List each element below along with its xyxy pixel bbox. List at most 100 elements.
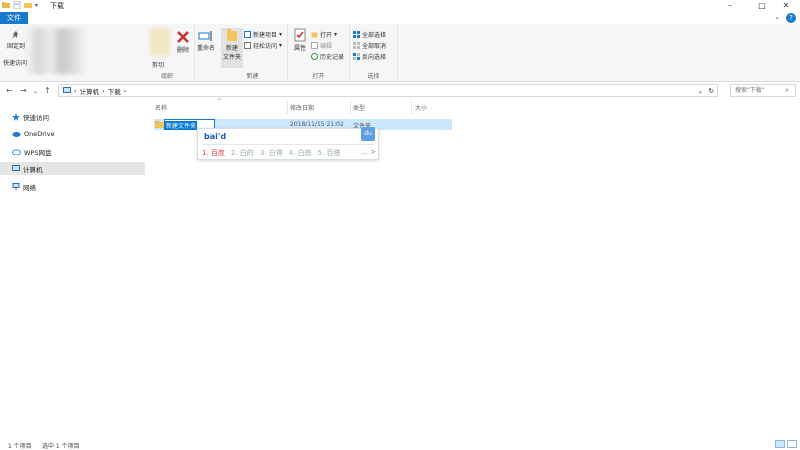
rename-button[interactable]: 重命名: [195, 30, 217, 52]
column-divider[interactable]: [411, 100, 412, 114]
sidebar-item-onedrive[interactable]: OneDrive: [0, 127, 145, 140]
sidebar-item-network[interactable]: 网络: [0, 180, 145, 193]
select-none-icon: [353, 42, 360, 49]
title-bar: ▾ 下载 – □ ✕: [0, 0, 800, 12]
column-header-size[interactable]: 大小: [415, 103, 427, 112]
selected-count: 选中 1 个项目: [42, 443, 80, 450]
select-all-icon: [353, 31, 360, 38]
quick-access-dropdown-icon[interactable]: ▾: [35, 2, 38, 9]
properties-icon[interactable]: [13, 1, 21, 9]
new-item-icon: [244, 31, 251, 38]
cloud-icon: [12, 131, 21, 137]
sort-indicator-icon: ^: [217, 98, 223, 105]
ribbon-tabs: 文件 ⌄ ?: [0, 12, 800, 24]
status-bar: 1 个项目 选中 1 个项目: [0, 438, 800, 450]
cloud-outline-icon: [12, 149, 21, 155]
ime-candidate-window: bai'd du 1. 百度 2. 白的 3. 白得 4. 白底 5. 百搭 ……: [197, 127, 379, 160]
help-button[interactable]: ?: [786, 13, 796, 23]
properties-button[interactable]: 属性: [291, 28, 309, 52]
cut-button[interactable]: 剪切: [152, 60, 164, 69]
star-icon: [12, 112, 20, 121]
quick-access-toolbar: ▾: [2, 1, 38, 9]
recent-dropdown-icon[interactable]: ⌄: [33, 88, 38, 95]
quick-access-text: 快速访问: [3, 60, 28, 67]
open-group: 属性 打开 ▾ 编辑 历史记录 打开: [288, 24, 350, 82]
pin-icon: [12, 31, 18, 39]
ime-candidate[interactable]: 2. 白的: [231, 148, 254, 158]
ime-candidate[interactable]: 1. 百度: [202, 148, 225, 158]
sidebar-item-computer[interactable]: 计算机: [0, 162, 145, 175]
delete-icon: [177, 31, 189, 43]
back-icon[interactable]: ←: [6, 86, 13, 95]
invert-selection-button[interactable]: 反向选择: [353, 52, 386, 61]
checkmark-properties-icon: [294, 28, 306, 42]
sidebar-item-quick-access[interactable]: 快速访问: [0, 110, 145, 123]
file-modified: 2018/11/15 21:02: [290, 121, 344, 128]
tab-file[interactable]: 文件: [0, 12, 28, 24]
breadcrumb-separator-icon: ›: [74, 86, 77, 95]
open-button[interactable]: 打开 ▾: [311, 30, 337, 39]
address-dropdown-icon[interactable]: ⌄: [698, 87, 703, 95]
history-button[interactable]: 历史记录: [311, 52, 344, 61]
column-divider[interactable]: [287, 100, 288, 114]
new-group: 新建 文件夹 新建项目 ▾ 轻松访问 ▾ 新建: [218, 24, 288, 82]
breadcrumb-separator-icon: ›: [123, 86, 127, 95]
close-button[interactable]: ✕: [772, 0, 800, 12]
ime-candidate[interactable]: 4. 白底: [289, 148, 312, 158]
select-none-button[interactable]: 全部取消: [353, 41, 386, 50]
refresh-icon[interactable]: ↻: [709, 87, 714, 95]
search-icon: ⌕: [785, 86, 789, 94]
column-header-name[interactable]: 名称: [155, 103, 167, 112]
folder-icon: [2, 2, 10, 8]
address-bar[interactable]: › 计算机 › 下载 › ⌄ ↻: [58, 84, 718, 97]
open-icon: [311, 32, 318, 38]
ime-next-page-button[interactable]: … >: [361, 148, 376, 156]
sidebar-item-wps[interactable]: WPS网盘: [0, 145, 145, 158]
easy-access-icon: [244, 42, 251, 49]
up-icon[interactable]: ↑: [44, 86, 51, 95]
new-folder-icon[interactable]: [24, 1, 32, 9]
folder-icon: [155, 121, 164, 128]
window-title: 下载: [50, 2, 64, 10]
breadcrumb-separator-icon: ›: [102, 86, 105, 95]
ime-divider: [202, 144, 374, 145]
details-view-icon[interactable]: [775, 440, 785, 448]
open-group-label: 打开: [312, 73, 325, 80]
rename-icon: [198, 31, 212, 41]
address-row: ← → ⌄ ↑ › 计算机 › 下载 › ⌄ ↻ 搜索"下载" ⌕: [0, 83, 800, 99]
select-all-button[interactable]: 全部选择: [353, 30, 386, 39]
edit-button[interactable]: 编辑: [311, 41, 332, 50]
file-explorer-window: ▾ 下载 – □ ✕ 文件 ⌄ ? 固定到 快速访问 剪切 删除 组织 重命名 …: [0, 0, 800, 450]
new-item-dropdown-icon: ▾: [279, 31, 283, 38]
column-header-modified[interactable]: 修改日期: [290, 103, 314, 112]
new-folder-button[interactable]: 新建 文件夹: [221, 28, 243, 68]
minimize-button[interactable]: –: [716, 0, 744, 12]
baidu-ime-logo-icon: du: [361, 127, 375, 141]
network-icon: [12, 183, 20, 190]
delete-button[interactable]: 删除: [173, 30, 193, 54]
column-header-type[interactable]: 类型: [353, 103, 365, 112]
ime-candidates: 1. 百度 2. 白的 3. 白得 4. 白底 5. 百搭: [202, 148, 341, 158]
column-divider[interactable]: [350, 100, 351, 114]
computer-icon: [63, 87, 71, 93]
easy-access-button[interactable]: 轻松访问 ▾: [244, 41, 282, 50]
ime-candidate[interactable]: 3. 白得: [260, 148, 283, 158]
navigation-pane: 快速访问 OneDrive WPS网盘 计算机 网络: [0, 100, 145, 438]
ime-candidate[interactable]: 5. 百搭: [318, 148, 341, 158]
ribbon-collapse-icon[interactable]: ⌄: [774, 13, 780, 21]
new-item-button[interactable]: 新建项目 ▾: [244, 30, 282, 39]
pin-quick-access-button[interactable]: 固定到: [4, 30, 28, 50]
pin-label: 固定到: [6, 43, 25, 50]
breadcrumb-computer[interactable]: 计算机: [80, 86, 100, 96]
ime-composition: bai'd: [204, 132, 227, 141]
forward-icon[interactable]: →: [20, 86, 27, 95]
large-icons-view-icon[interactable]: [787, 440, 797, 448]
new-group-label: 新建: [246, 73, 259, 80]
edit-icon: [311, 42, 318, 49]
item-count: 1 个项目: [8, 443, 32, 450]
ribbon: 固定到 快速访问 剪切 删除 组织 重命名 新建 文件夹 新建项目 ▾ 轻松访问…: [0, 24, 800, 82]
rename-field-text: 新建文件夹: [165, 121, 198, 130]
open-dropdown-icon: ▾: [334, 31, 338, 38]
history-icon: [311, 53, 318, 60]
breadcrumb-downloads[interactable]: 下载: [108, 86, 121, 96]
